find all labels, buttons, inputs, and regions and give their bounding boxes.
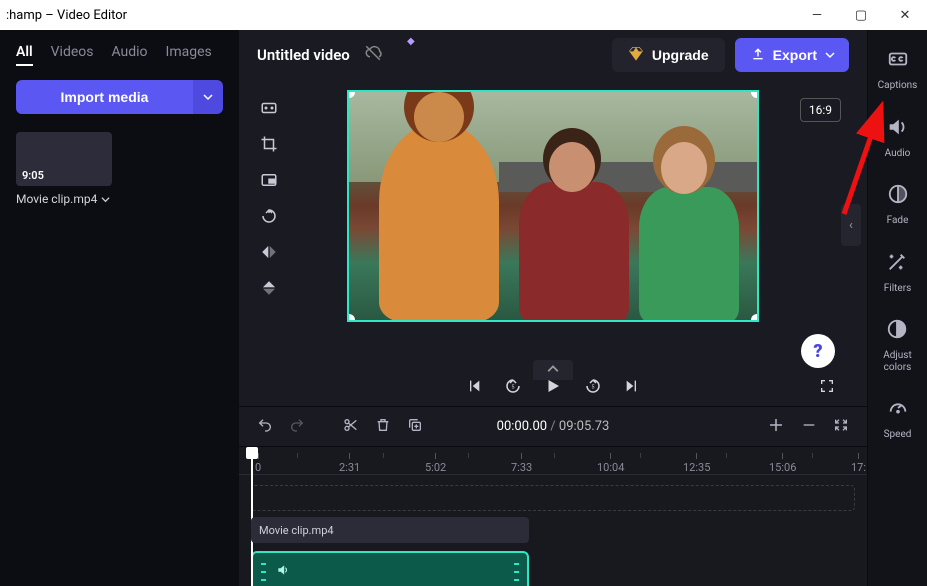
flip-v-icon[interactable] bbox=[259, 278, 279, 298]
diamond-icon bbox=[628, 46, 644, 65]
properties-panel: Captions Audio Fade Filters Adjust color… bbox=[867, 30, 927, 586]
gauge-icon bbox=[887, 397, 909, 424]
captions-tool[interactable]: Captions bbox=[878, 48, 918, 92]
fade-tool[interactable]: Fade bbox=[887, 183, 909, 227]
contrast-icon bbox=[886, 318, 908, 345]
diamond-icon: ◆ bbox=[407, 36, 415, 47]
wand-icon bbox=[886, 251, 908, 278]
timecode: 00:00.00 / 09:05.73 bbox=[497, 419, 610, 434]
project-title[interactable]: Untitled video bbox=[257, 46, 350, 64]
tab-all[interactable]: All bbox=[16, 44, 33, 66]
pip-icon[interactable] bbox=[259, 170, 279, 190]
upload-icon bbox=[751, 47, 765, 64]
svg-text:5: 5 bbox=[512, 384, 515, 390]
flip-h-icon[interactable] bbox=[259, 242, 279, 262]
ruler-tick: 5:02 bbox=[425, 453, 446, 474]
filters-tool[interactable]: Filters bbox=[884, 251, 912, 295]
cloud-off-icon[interactable] bbox=[364, 44, 382, 66]
svg-text:5: 5 bbox=[592, 384, 595, 390]
tab-videos[interactable]: Videos bbox=[51, 44, 94, 66]
help-button[interactable]: ? bbox=[801, 334, 835, 368]
split-icon[interactable] bbox=[343, 417, 359, 437]
chevron-down-icon bbox=[203, 92, 213, 102]
captions-icon bbox=[887, 48, 909, 75]
tab-images[interactable]: Images bbox=[166, 44, 212, 66]
ruler-tick: 12:35 bbox=[683, 453, 710, 474]
speaker-icon[interactable] bbox=[276, 563, 290, 581]
clip-handle-left[interactable] bbox=[261, 560, 266, 584]
delete-icon[interactable] bbox=[375, 417, 391, 437]
ruler-tick: 15:06 bbox=[769, 453, 796, 474]
skip-end-icon[interactable] bbox=[624, 378, 640, 398]
preview-tools bbox=[259, 98, 279, 298]
minimize-button[interactable]: — bbox=[795, 0, 839, 30]
audio-clip[interactable] bbox=[251, 551, 529, 586]
maximize-button[interactable]: ▢ bbox=[839, 0, 883, 30]
fullscreen-icon[interactable] bbox=[819, 378, 835, 398]
chevron-down-icon bbox=[825, 50, 835, 60]
rewind-5-icon[interactable]: 5 bbox=[504, 377, 522, 399]
empty-track[interactable] bbox=[251, 485, 855, 511]
clip-handle-right[interactable] bbox=[514, 560, 519, 584]
media-duration: 9:05 bbox=[22, 169, 44, 182]
skip-start-icon[interactable] bbox=[466, 378, 482, 398]
play-icon[interactable] bbox=[544, 377, 562, 399]
audio-tool[interactable]: Audio bbox=[885, 116, 911, 160]
adjust-colors-tool[interactable]: Adjust colors bbox=[883, 318, 912, 373]
rotate-icon[interactable] bbox=[259, 206, 279, 226]
ruler-tick: 17: bbox=[851, 453, 866, 474]
add-track-icon[interactable] bbox=[767, 416, 785, 438]
ruler-tick: 7:33 bbox=[511, 453, 532, 474]
ruler-tick: 10:04 bbox=[597, 453, 624, 474]
collapse-right-button[interactable]: ‹ bbox=[841, 204, 861, 246]
import-media-button[interactable]: Import media bbox=[16, 80, 193, 114]
fit-icon[interactable] bbox=[259, 98, 279, 118]
window-title: :hamp – Video Editor bbox=[6, 8, 127, 23]
video-preview[interactable] bbox=[347, 90, 759, 322]
media-filename: Movie clip.mp4 bbox=[16, 192, 97, 206]
redo-icon[interactable] bbox=[289, 417, 305, 437]
resize-handle[interactable] bbox=[347, 314, 355, 322]
zoom-fit-icon[interactable] bbox=[833, 417, 849, 437]
speaker-icon bbox=[886, 116, 908, 143]
crop-icon[interactable] bbox=[259, 134, 279, 154]
timeline[interactable]: 0 2:31 5:02 7:33 10:04 12:35 15:06 17: bbox=[239, 446, 867, 586]
media-panel: All Videos Audio Images Import media 9:0… bbox=[0, 30, 239, 586]
timeline-ruler[interactable]: 0 2:31 5:02 7:33 10:04 12:35 15:06 17: bbox=[239, 447, 867, 475]
media-thumbnail[interactable]: 9:05 bbox=[16, 132, 112, 186]
import-media-dropdown[interactable] bbox=[193, 80, 223, 114]
close-button[interactable]: ✕ bbox=[883, 0, 927, 30]
upgrade-button[interactable]: Upgrade bbox=[612, 38, 725, 72]
ruler-tick: 2:31 bbox=[339, 453, 360, 474]
duplicate-icon[interactable] bbox=[407, 417, 423, 437]
video-clip[interactable]: Movie clip.mp4 bbox=[251, 517, 529, 543]
speed-tool[interactable]: Speed bbox=[884, 397, 912, 441]
tab-audio[interactable]: Audio bbox=[111, 44, 147, 66]
resize-handle[interactable] bbox=[751, 314, 759, 322]
undo-icon[interactable] bbox=[257, 417, 273, 437]
zoom-out-icon[interactable] bbox=[801, 417, 817, 437]
forward-5-icon[interactable]: 5 bbox=[584, 377, 602, 399]
fade-icon bbox=[887, 183, 909, 210]
chevron-down-icon[interactable] bbox=[101, 195, 110, 204]
export-button[interactable]: Export bbox=[735, 38, 849, 72]
aspect-ratio-button[interactable]: 16:9 bbox=[800, 98, 841, 122]
